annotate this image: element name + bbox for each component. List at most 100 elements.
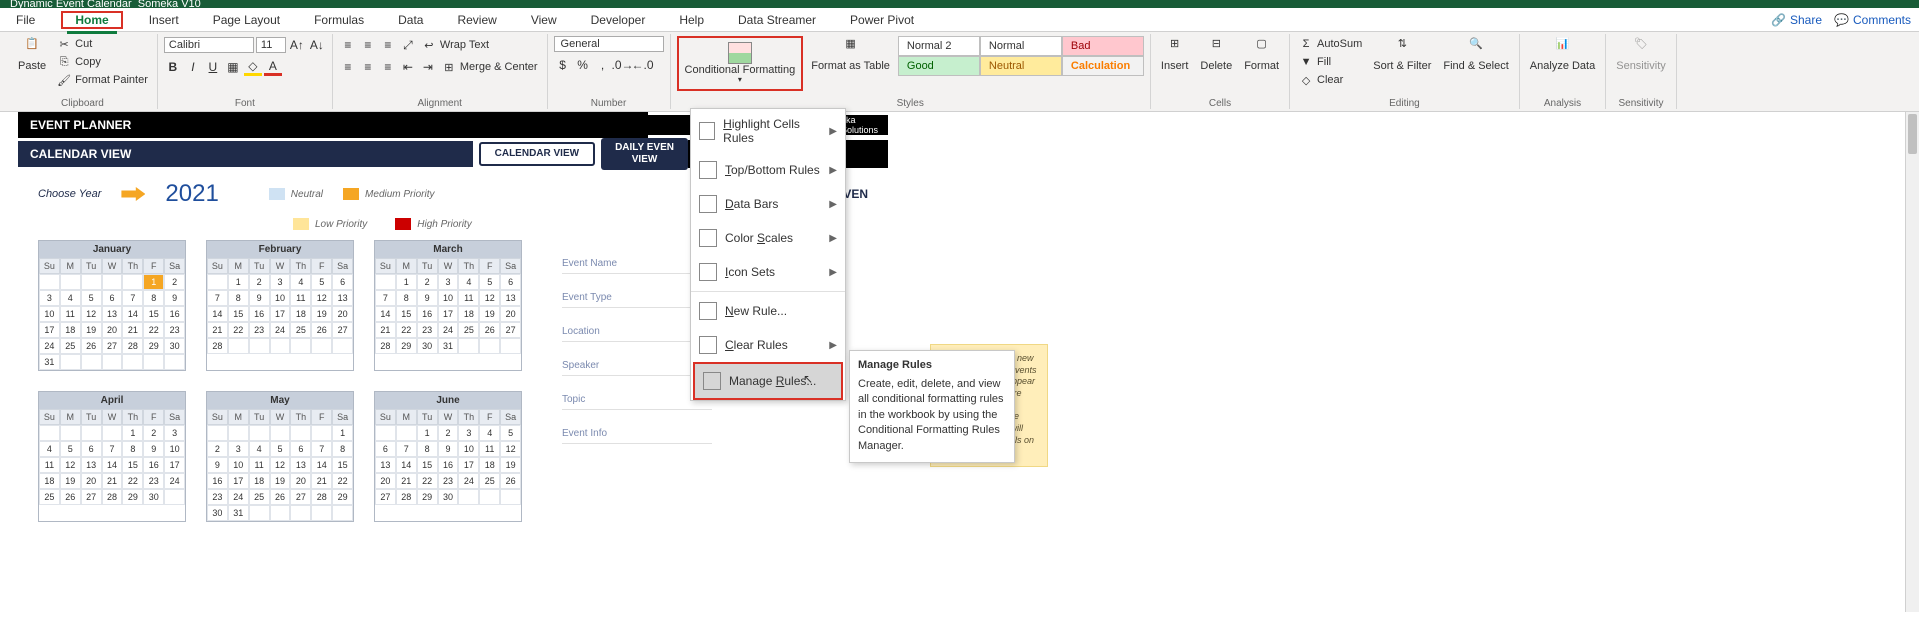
menu-clear-rules[interactable]: Clear Rules▶ (691, 328, 845, 362)
calendar-row-1: JanuarySuMTuWThFSa1234567891011121314151… (18, 240, 542, 371)
autosum-button[interactable]: ΣAutoSum (1296, 36, 1365, 52)
format-as-table-button[interactable]: ▦ Format as Table (807, 36, 894, 74)
tab-review[interactable]: Review (449, 9, 504, 31)
chevron-right-icon: ▶ (829, 126, 837, 137)
cut-button[interactable]: ✂Cut (54, 36, 151, 52)
increase-font-icon[interactable]: A↑ (288, 36, 306, 54)
delete-icon: ⊟ (1206, 38, 1226, 58)
increase-decimal-icon[interactable]: .0→ (614, 56, 632, 74)
font-name-select[interactable]: Calibri (164, 37, 254, 53)
comments-button[interactable]: 💬 Comments (1834, 13, 1911, 27)
style-normal[interactable]: Normal (980, 36, 1062, 56)
sort-icon: ⇅ (1392, 38, 1412, 58)
tab-page-layout[interactable]: Page Layout (205, 9, 288, 31)
menu-top-bottom[interactable]: Top/Bottom Rules▶ (691, 153, 845, 187)
vertical-scrollbar[interactable] (1905, 112, 1919, 612)
italic-button[interactable]: I (184, 58, 202, 76)
style-neutral[interactable]: Neutral (980, 56, 1062, 76)
menu-data-bars[interactable]: Data Bars▶ (691, 187, 845, 221)
style-normal2[interactable]: Normal 2 (898, 36, 980, 56)
copy-button[interactable]: ⎘Copy (54, 54, 151, 70)
neutral-swatch (269, 188, 285, 200)
decrease-font-icon[interactable]: A↓ (308, 36, 326, 54)
style-bad[interactable]: Bad (1062, 36, 1144, 56)
align-center-icon[interactable]: ≡ (359, 58, 377, 76)
border-button[interactable]: ▦ (224, 58, 242, 76)
clearrules-icon (699, 336, 717, 354)
tab-formulas[interactable]: Formulas (306, 9, 372, 31)
tab-insert[interactable]: Insert (141, 9, 187, 31)
calendar-february[interactable]: FebruarySuMTuWThFSa123456789101112131415… (206, 240, 354, 371)
comma-icon[interactable]: , (594, 56, 612, 74)
analyze-data-button[interactable]: 📊Analyze Data (1526, 36, 1599, 74)
format-icon: ▢ (1252, 38, 1272, 58)
bold-button[interactable]: B (164, 58, 182, 76)
format-painter-button[interactable]: 🖌Format Painter (54, 72, 151, 88)
fill-button[interactable]: ▼Fill (1296, 54, 1365, 70)
calendar-view-tab[interactable]: CALENDAR VIEW (479, 142, 595, 166)
align-top-icon[interactable]: ≡ (339, 36, 357, 54)
decrease-decimal-icon[interactable]: ←.0 (634, 56, 652, 74)
insert-cells-button[interactable]: ⊞Insert (1157, 36, 1193, 74)
tab-help[interactable]: Help (671, 9, 712, 31)
calendar-march[interactable]: MarchSuMTuWThFSa123456789101112131415161… (374, 240, 522, 371)
sensitivity-button[interactable]: 🏷Sensitivity (1612, 36, 1670, 74)
style-good[interactable]: Good (898, 56, 980, 76)
calendar-may[interactable]: MaySuMTuWThFSa12345678910111213141516171… (206, 391, 354, 522)
tab-data-streamer[interactable]: Data Streamer (730, 9, 824, 31)
calendar-april[interactable]: AprilSuMTuWThFSa123456789101112131415161… (38, 391, 186, 522)
font-color-button[interactable]: A (264, 58, 282, 76)
indent-increase-icon[interactable]: ⇥ (419, 58, 437, 76)
calendar-january[interactable]: JanuarySuMTuWThFSa1234567891011121314151… (38, 240, 186, 371)
menu-new-rule[interactable]: New Rule... (691, 294, 845, 328)
arrow-right-icon (121, 187, 145, 201)
underline-button[interactable]: U (204, 58, 222, 76)
tab-data[interactable]: Data (390, 9, 431, 31)
style-calculation[interactable]: Calculation (1062, 56, 1144, 76)
align-right-icon[interactable]: ≡ (379, 58, 397, 76)
menu-manage-rules[interactable]: Manage Rules...↖ (693, 362, 843, 400)
merge-center-button[interactable]: ⊞Merge & Center (439, 59, 541, 75)
tab-developer[interactable]: Developer (583, 9, 654, 31)
orientation-icon[interactable]: ⤢ (399, 36, 417, 54)
indent-decrease-icon[interactable]: ⇤ (399, 58, 417, 76)
chevron-right-icon: ▶ (829, 233, 837, 244)
percent-icon[interactable]: % (574, 56, 592, 74)
tab-power-pivot[interactable]: Power Pivot (842, 9, 922, 31)
menu-color-scales[interactable]: Color Scales▶ (691, 221, 845, 255)
file-name: Dynamic Event Calendar_Someka V10 (10, 0, 201, 8)
align-bottom-icon[interactable]: ≡ (379, 36, 397, 54)
tab-file[interactable]: File (8, 9, 43, 31)
menu-icon-sets[interactable]: Icon Sets▶ (691, 255, 845, 289)
sort-filter-button[interactable]: ⇅Sort & Filter (1369, 36, 1435, 74)
cursor-icon: ↖ (803, 372, 813, 386)
menu-highlight-cells[interactable]: Highlight Cells Rules▶ (691, 109, 845, 153)
chevron-right-icon: ▶ (829, 199, 837, 210)
medium-swatch (343, 188, 359, 200)
format-cells-button[interactable]: ▢Format (1240, 36, 1283, 74)
share-button[interactable]: 🔗 Share (1771, 13, 1822, 27)
calendar-june[interactable]: JuneSuMTuWThFSa1234567891011121314151617… (374, 391, 522, 522)
find-select-button[interactable]: 🔍Find & Select (1439, 36, 1512, 74)
group-clipboard: Clipboard (8, 98, 157, 109)
newrule-icon (699, 302, 717, 320)
wrap-text-button[interactable]: ↩Wrap Text (419, 37, 492, 53)
paste-button[interactable]: 📋 Paste (14, 36, 50, 74)
currency-icon[interactable]: $ (554, 56, 572, 74)
year-value[interactable]: 2021 (165, 180, 218, 208)
number-format-select[interactable]: General (554, 36, 664, 52)
fill-color-button[interactable]: ◇ (244, 58, 262, 76)
brush-icon: 🖌 (57, 73, 71, 87)
font-size-select[interactable]: 11 (256, 37, 286, 53)
table-icon: ▦ (841, 38, 861, 58)
highlight-icon (699, 122, 715, 140)
tab-view[interactable]: View (523, 9, 565, 31)
daily-event-view-tab[interactable]: DAILY EVENVIEW (601, 138, 688, 170)
clear-button[interactable]: ◇Clear (1296, 72, 1365, 88)
event-planner-title: EVENT PLANNER (18, 112, 648, 138)
delete-cells-button[interactable]: ⊟Delete (1196, 36, 1236, 74)
tab-home[interactable]: Home (67, 9, 116, 34)
align-middle-icon[interactable]: ≡ (359, 36, 377, 54)
conditional-formatting-button[interactable]: Conditional Formatting▾ (681, 40, 800, 87)
align-left-icon[interactable]: ≡ (339, 58, 357, 76)
